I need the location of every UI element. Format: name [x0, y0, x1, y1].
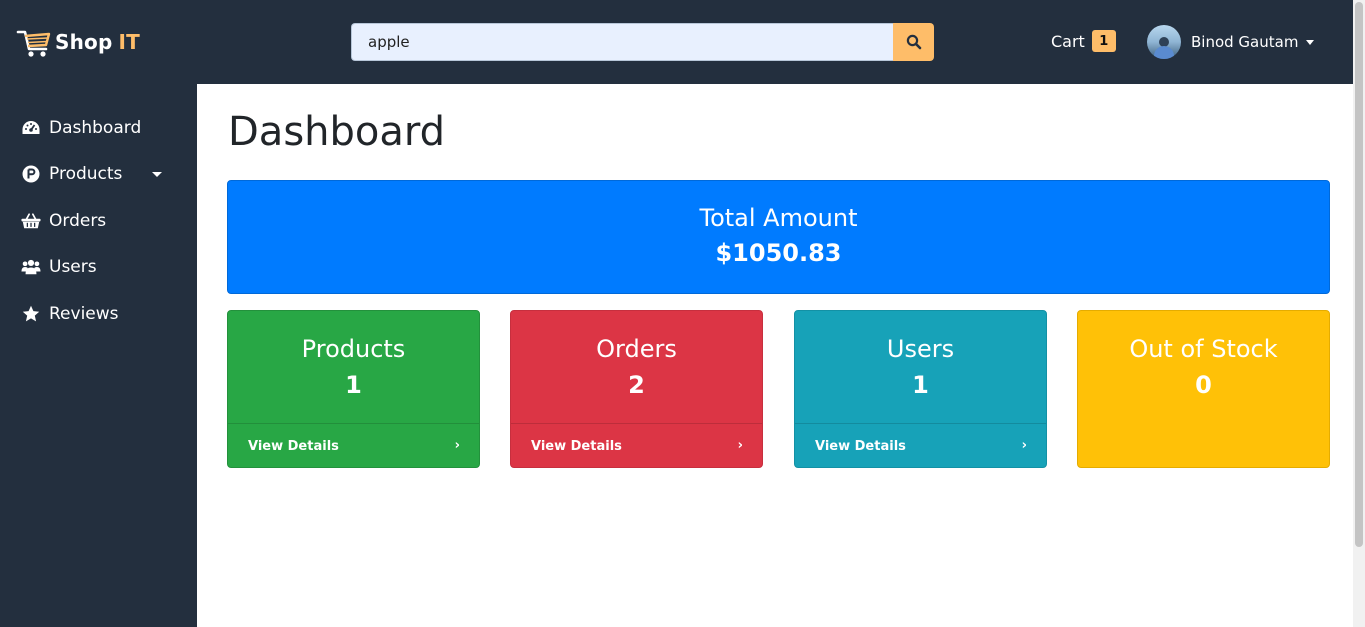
cart-count-badge: 1 [1091, 30, 1116, 52]
brand-name-accent: IT [118, 30, 140, 54]
sidebar-item-users[interactable]: Users [21, 255, 97, 279]
users-card-value: 1 [912, 371, 929, 399]
sidebar: Dashboard Products Orders Users Reviews [0, 84, 197, 627]
avatar-body [1154, 46, 1174, 59]
users-card-title: Users [886, 335, 955, 363]
orders-card-title: Orders [596, 335, 677, 363]
view-details-label: View Details [531, 439, 622, 454]
view-details-label: View Details [248, 439, 339, 454]
cart-label: Cart [1051, 31, 1085, 51]
sidebar-item-label: Reviews [49, 304, 119, 324]
brand-name-main: Shop [55, 30, 113, 54]
brand-name: Shop IT [55, 30, 140, 54]
total-amount-card: Total Amount $1050.83 [227, 180, 1330, 294]
users-card: Users 1 View Details › [794, 310, 1047, 468]
sidebar-item-reviews[interactable]: Reviews [21, 302, 119, 326]
page-title: Dashboard [228, 109, 446, 155]
chevron-right-icon: › [737, 438, 743, 453]
orders-card-value: 2 [628, 371, 645, 399]
orders-card: Orders 2 View Details › [510, 310, 763, 468]
products-card-value: 1 [345, 371, 362, 399]
chevron-right-icon: › [454, 438, 460, 453]
sidebar-item-dashboard[interactable]: Dashboard [21, 116, 141, 140]
user-menu[interactable]: Binod Gautam [1147, 24, 1315, 60]
total-amount-label: Total Amount [699, 204, 858, 232]
sidebar-item-label: Users [49, 257, 97, 277]
sidebar-item-products[interactable]: Products [21, 162, 171, 186]
out-of-stock-card: Out of Stock 0 [1077, 310, 1330, 468]
view-details-label: View Details [815, 439, 906, 454]
top-navbar: ShopIT Cart 1 Binod Gautam [0, 0, 1353, 84]
caret-down-icon [1306, 39, 1315, 45]
sidebar-item-orders[interactable]: Orders [21, 209, 106, 233]
products-view-details-link[interactable]: View Details › [228, 423, 479, 469]
users-icon [21, 257, 41, 277]
avatar [1147, 25, 1181, 59]
star-icon [21, 304, 41, 324]
shopping-cart-icon [16, 30, 51, 57]
product-hunt-icon [21, 164, 41, 184]
cart-link[interactable]: Cart 1 [1051, 30, 1116, 52]
brand-logo[interactable]: Shop IT [16, 24, 140, 60]
out-of-stock-card-value: 0 [1195, 371, 1212, 399]
search-button[interactable] [893, 23, 934, 61]
page-scrollbar[interactable] [1353, 0, 1365, 627]
users-view-details-link[interactable]: View Details › [795, 423, 1046, 469]
total-amount-value: $1050.83 [715, 239, 842, 267]
search-icon [906, 34, 921, 50]
search-input[interactable] [351, 23, 893, 61]
sidebar-item-label: Orders [49, 211, 107, 231]
search-bar [351, 23, 934, 61]
caret-down-icon[interactable] [152, 172, 162, 177]
sidebar-item-label: Products [49, 164, 123, 184]
user-name: Binod Gautam [1191, 33, 1299, 51]
sidebar-item-label: Dashboard [49, 118, 142, 138]
chevron-right-icon: › [1021, 438, 1027, 453]
scrollbar-thumb[interactable] [1355, 2, 1363, 547]
shopping-basket-icon [21, 211, 41, 231]
out-of-stock-card-title: Out of Stock [1129, 335, 1278, 363]
products-card-title: Products [301, 335, 406, 363]
tachometer-icon [21, 118, 41, 138]
products-card: Products 1 View Details › [227, 310, 480, 468]
orders-view-details-link[interactable]: View Details › [511, 423, 762, 469]
